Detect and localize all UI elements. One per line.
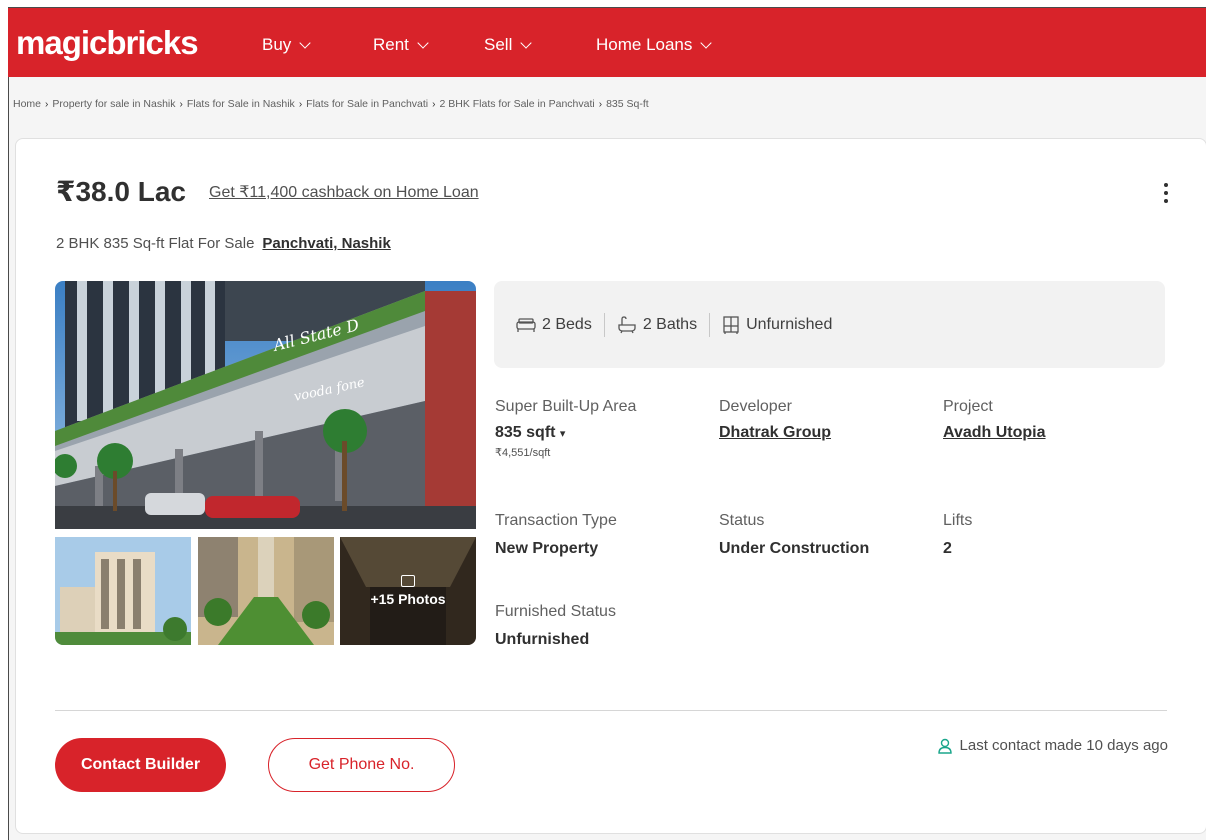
breadcrumb-separator-icon: › bbox=[598, 98, 603, 110]
magicbricks-logo[interactable]: magicbricks bbox=[16, 24, 199, 62]
lifts-label: Lifts bbox=[943, 512, 973, 529]
nav-rent-label: Rent bbox=[373, 35, 409, 54]
nav-sell[interactable]: Sell bbox=[484, 35, 533, 55]
area-value-dropdown[interactable]: 835 sqft ▾ bbox=[495, 424, 636, 442]
baths-summary: 2 Baths bbox=[617, 316, 697, 334]
photo-icon bbox=[401, 575, 415, 587]
project-link[interactable]: Avadh Utopia bbox=[943, 424, 1046, 442]
breadcrumb-flats-nashik[interactable]: Flats for Sale in Nashik bbox=[187, 98, 295, 110]
furnishing-label: Unfurnished bbox=[746, 315, 833, 333]
chevron-down-icon bbox=[520, 36, 533, 49]
bed-icon bbox=[516, 317, 536, 332]
lifts-value: 2 bbox=[943, 540, 952, 557]
breadcrumb-current: 835 Sq-ft bbox=[606, 98, 649, 110]
developer-detail: Developer Dhatrak Group bbox=[719, 398, 831, 442]
contact-builder-button[interactable]: Contact Builder bbox=[55, 738, 226, 792]
breadcrumb: Home › Property for sale in Nashik › Flats… bbox=[13, 98, 649, 110]
breadcrumb-separator-icon: › bbox=[179, 98, 183, 110]
nav-buy-label: Buy bbox=[262, 35, 292, 54]
more-photos-label: +15 Photos bbox=[370, 591, 446, 607]
breadcrumb-2bhk-panchvati[interactable]: 2 BHK Flats for Sale in Panchvati bbox=[439, 98, 594, 110]
nav-home-loans-label: Home Loans bbox=[596, 35, 693, 54]
project-label: Project bbox=[943, 398, 993, 415]
breadcrumb-separator-icon: › bbox=[432, 98, 436, 110]
thumbnail-3-more-photos[interactable]: +15 Photos bbox=[340, 537, 476, 645]
area-label: Super Built-Up Area bbox=[495, 398, 637, 415]
breadcrumb-home[interactable]: Home bbox=[13, 98, 41, 110]
developer-link[interactable]: Dhatrak Group bbox=[719, 424, 831, 442]
status-label: Status bbox=[719, 512, 765, 529]
main-property-image[interactable]: All State D vooda fone bbox=[55, 281, 476, 529]
more-options-icon[interactable] bbox=[1164, 183, 1168, 203]
developer-label: Developer bbox=[719, 398, 792, 415]
wardrobe-icon bbox=[723, 315, 739, 334]
furnished-detail: Furnished Status Unfurnished bbox=[495, 603, 616, 649]
project-detail: Project Avadh Utopia bbox=[943, 398, 1046, 442]
price: ₹38.0 Lac bbox=[56, 176, 187, 207]
furnished-value: Unfurnished bbox=[495, 631, 590, 648]
breadcrumb-separator-icon: › bbox=[298, 98, 303, 110]
area-rate: ₹4,551/sqft bbox=[495, 447, 551, 459]
chevron-down-icon bbox=[417, 36, 429, 49]
cashback-link[interactable]: Get ₹11,400 cashback on Home Loan bbox=[209, 182, 479, 202]
lifts-detail: Lifts 2 bbox=[943, 512, 972, 558]
breadcrumb-separator-icon: › bbox=[45, 98, 49, 110]
last-contact-text: Last contact made 10 days ago bbox=[959, 737, 1168, 754]
thumbnail-2[interactable] bbox=[198, 537, 334, 645]
last-contact-info: Last contact made 10 days ago bbox=[937, 737, 1168, 754]
summary-divider bbox=[603, 312, 605, 337]
property-title: 2 BHK 835 Sq-ft Flat For Sale bbox=[56, 235, 255, 252]
property-subtitle: 2 BHK 835 Sq-ft Flat For Sale Panchvati, … bbox=[56, 235, 391, 252]
furnishing-summary: Unfurnished bbox=[722, 316, 832, 334]
top-header: magicbricks Buy Rent Sell Home Loans bbox=[8, 8, 1206, 77]
furnished-label: Furnished Status bbox=[495, 603, 616, 620]
bathtub-icon bbox=[618, 315, 636, 333]
nav-buy[interactable]: Buy bbox=[262, 35, 311, 55]
transaction-detail: Transaction Type New Property bbox=[495, 512, 617, 558]
chevron-down-icon bbox=[299, 36, 311, 49]
transaction-label: Transaction Type bbox=[495, 512, 617, 529]
summary-strip: 2 Beds 2 Baths Unfurnished bbox=[494, 281, 1165, 368]
user-icon bbox=[937, 738, 952, 754]
chevron-down-icon: ▾ bbox=[559, 428, 566, 440]
summary-divider bbox=[709, 312, 711, 337]
location-link[interactable]: Panchvati, Nashik bbox=[262, 235, 390, 252]
breadcrumb-flats-panchvati[interactable]: Flats for Sale in Panchvati bbox=[306, 98, 428, 110]
nav-sell-label: Sell bbox=[484, 35, 513, 54]
chevron-down-icon bbox=[700, 36, 713, 49]
area-detail: Super Built-Up Area 835 sqft ▾ ₹4,551/sq… bbox=[495, 398, 636, 459]
status-detail: Status Under Construction bbox=[719, 512, 869, 558]
property-card: ₹38.0 Lac Get ₹11,400 cashback on Home L… bbox=[15, 138, 1206, 834]
beds-label: 2 Beds bbox=[542, 315, 592, 333]
area-value: 835 sqft bbox=[495, 424, 556, 441]
breadcrumb-property-for-sale[interactable]: Property for sale in Nashik bbox=[52, 98, 175, 110]
transaction-value: New Property bbox=[495, 540, 599, 557]
status-value: Under Construction bbox=[719, 540, 870, 557]
nav-home-loans[interactable]: Home Loans bbox=[596, 35, 713, 55]
beds-summary: 2 Beds bbox=[516, 316, 592, 334]
card-divider bbox=[55, 710, 1167, 711]
nav-rent[interactable]: Rent bbox=[373, 35, 429, 55]
baths-label: 2 Baths bbox=[642, 315, 698, 333]
get-phone-button[interactable]: Get Phone No. bbox=[268, 738, 455, 792]
more-photos-overlay[interactable]: +15 Photos bbox=[340, 537, 476, 645]
thumbnail-1[interactable] bbox=[55, 537, 191, 645]
